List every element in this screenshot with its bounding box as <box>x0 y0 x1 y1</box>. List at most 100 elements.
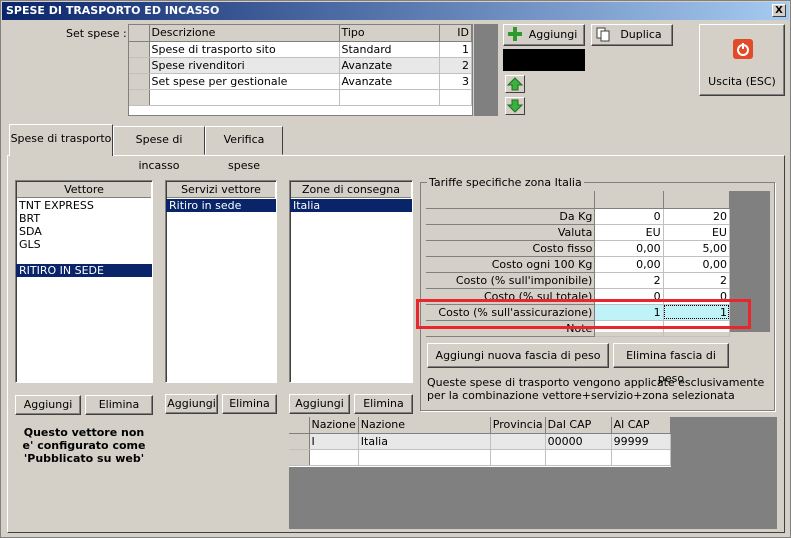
list-item[interactable]: SDA <box>16 225 152 238</box>
move-up-button[interactable] <box>505 75 525 93</box>
cell-tipo[interactable]: Avanzate <box>339 73 440 90</box>
cell-id[interactable]: 1 <box>439 41 472 58</box>
zone-header: Zone di consegna <box>291 182 411 198</box>
duplica-button[interactable]: Duplica <box>591 24 673 46</box>
cell-tipo[interactable]: Standard <box>339 41 440 58</box>
plus-icon <box>508 27 522 41</box>
tab-spese-trasporto[interactable]: Spese di trasporto <box>9 124 113 156</box>
cap-table: Nazione Nazione Provincia Dal CAP Al CAP… <box>289 417 672 467</box>
aggiungi-fascia-button[interactable]: Aggiungi nuova fascia di peso <box>427 343 609 368</box>
tariff-cell[interactable]: 2 <box>663 272 731 289</box>
grid-corner <box>129 25 150 42</box>
tariff-label: Valuta <box>426 224 596 241</box>
table-row[interactable]: Set spese per gestionale Avanzate 3 <box>129 73 472 90</box>
tariff-row[interactable]: Costo (% sull'imponibile) 2 2 <box>426 272 731 289</box>
list-item[interactable]: Italia <box>290 199 412 212</box>
servizi-aggiungi-button[interactable]: Aggiungi <box>165 394 218 414</box>
tariff-row[interactable]: Costo ogni 100 Kg 0,00 0,00 <box>426 256 731 273</box>
main-window: SPESE DI TRASPORTO ED INCASSO X Set spes… <box>0 0 791 538</box>
zone-elimina-button[interactable]: Elimina <box>354 394 413 414</box>
cell-descrizione[interactable]: Spese rivenditori <box>149 57 340 74</box>
tariffe-title: Tariffe specifiche zona Italia <box>427 176 584 189</box>
uscita-label: Uscita (ESC) <box>708 75 776 88</box>
table-row[interactable] <box>129 89 472 106</box>
col-id[interactable]: ID <box>439 25 472 42</box>
list-item[interactable] <box>16 251 152 264</box>
col-dal-cap[interactable]: Dal CAP <box>545 417 612 434</box>
tariff-row[interactable]: Valuta EU EU <box>426 224 731 241</box>
vettore-list[interactable]: Vettore TNT EXPRESS BRT SDA GLS RITIRO I… <box>15 180 153 383</box>
vettore-header: Vettore <box>17 182 151 198</box>
duplica-label: Duplica <box>620 28 662 41</box>
tab-verifica-spese[interactable]: Verifica spese <box>205 126 283 172</box>
uscita-button[interactable]: Uscita (ESC) <box>699 24 785 96</box>
table-row[interactable]: Spese di trasporto sito Standard 1 <box>129 41 472 58</box>
cell-id[interactable]: 3 <box>439 73 472 90</box>
aggiungi-set-label: Aggiungi <box>528 28 578 41</box>
cell-provincia[interactable] <box>490 433 546 450</box>
elimina-fascia-button[interactable]: Elimina fascia di peso <box>613 343 729 385</box>
tariff-cell[interactable]: 2 <box>594 272 664 289</box>
highlight-box <box>416 299 751 329</box>
list-item[interactable]: BRT <box>16 212 152 225</box>
col-tipo[interactable]: Tipo <box>339 25 440 42</box>
list-item[interactable]: TNT EXPRESS <box>16 199 152 212</box>
tariff-cell[interactable]: 0,00 <box>594 240 664 257</box>
cell-tipo[interactable]: Avanzate <box>339 57 440 74</box>
tariff-label: Costo fisso <box>426 240 596 257</box>
cell-descrizione[interactable]: Spese di trasporto sito <box>149 41 340 58</box>
tariff-cell[interactable]: 5,00 <box>663 240 731 257</box>
arrow-up-icon <box>506 77 524 95</box>
list-item[interactable]: RITIRO IN SEDE <box>16 264 152 277</box>
table-row[interactable] <box>289 449 672 466</box>
tariff-label: Costo (% sull'imponibile) <box>426 272 596 289</box>
tariff-row[interactable]: Costo fisso 0,00 5,00 <box>426 240 731 257</box>
cell-descrizione[interactable]: Set spese per gestionale <box>149 73 340 90</box>
servizi-elimina-button[interactable]: Elimina <box>222 394 277 414</box>
col-al-cap[interactable]: Al CAP <box>611 417 672 434</box>
aggiungi-set-button[interactable]: Aggiungi <box>503 24 585 46</box>
tariff-cell[interactable]: 0,00 <box>663 256 731 273</box>
window-title: SPESE DI TRASPORTO ED INCASSO <box>6 4 220 17</box>
table-row[interactable]: Spese rivenditori Avanzate 2 <box>129 57 472 74</box>
cell-dal-cap[interactable]: 00000 <box>545 433 612 450</box>
set-spese-grid: Descrizione Tipo ID Spese di trasporto s… <box>128 24 473 116</box>
col-provincia[interactable]: Provincia <box>490 417 546 434</box>
tariffe-info: Queste spese di trasporto vengono applic… <box>427 376 765 402</box>
move-down-button[interactable] <box>505 97 525 115</box>
vettore-note: Questo vettore non e' configurato come '… <box>22 426 146 465</box>
list-item[interactable]: Ritiro in sede <box>166 199 276 212</box>
cell-nazione[interactable]: Italia <box>358 433 491 450</box>
tariff-cell[interactable]: EU <box>594 224 664 241</box>
tariff-row[interactable]: Da Kg 0 20 <box>426 208 731 225</box>
tariff-cell[interactable]: EU <box>663 224 731 241</box>
col-nazione[interactable]: Nazione <box>358 417 491 434</box>
tariff-cell[interactable]: 0 <box>594 208 664 225</box>
col-nazione-code[interactable]: Nazione <box>309 417 359 434</box>
servizi-list[interactable]: Servizi vettore Ritiro in sede <box>165 180 277 383</box>
color-swatch <box>503 49 585 71</box>
title-bar: SPESE DI TRASPORTO ED INCASSO X <box>2 2 789 20</box>
table-row[interactable]: I Italia 00000 99999 <box>289 433 672 450</box>
tariff-label: Costo ogni 100 Kg <box>426 256 596 273</box>
zone-aggiungi-button[interactable]: Aggiungi <box>289 394 350 414</box>
vettore-aggiungi-button[interactable]: Aggiungi <box>15 395 81 415</box>
arrow-down-icon <box>506 99 524 117</box>
zone-list[interactable]: Zone di consegna Italia <box>289 180 413 383</box>
power-icon <box>733 39 753 59</box>
set-spese-label: Set spese : <box>66 27 127 40</box>
list-item[interactable]: GLS <box>16 238 152 251</box>
col-descrizione[interactable]: Descrizione <box>149 25 340 42</box>
copy-icon <box>596 27 610 42</box>
servizi-header: Servizi vettore <box>167 182 275 198</box>
cell-nazione-code[interactable]: I <box>309 433 359 450</box>
cell-id[interactable]: 2 <box>439 57 472 74</box>
tab-spese-incasso[interactable]: Spese di incasso <box>113 126 205 172</box>
grid-scroll-area <box>474 24 498 116</box>
tariff-cell[interactable]: 20 <box>663 208 731 225</box>
tariff-cell[interactable]: 0,00 <box>594 256 664 273</box>
cell-al-cap[interactable]: 99999 <box>611 433 672 450</box>
vettore-elimina-button[interactable]: Elimina <box>85 395 153 415</box>
close-button[interactable]: X <box>772 4 786 17</box>
tariff-label: Da Kg <box>426 208 596 225</box>
